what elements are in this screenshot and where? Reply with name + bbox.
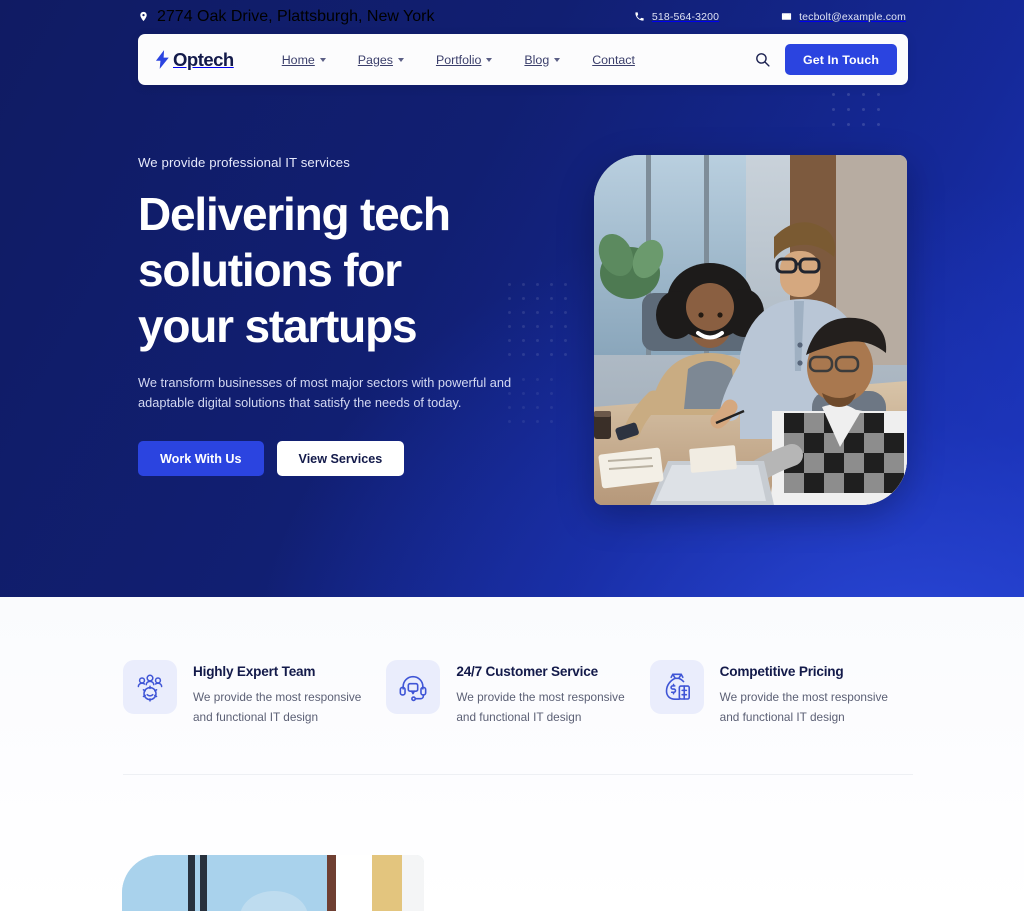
work-with-us-button[interactable]: Work With Us — [138, 441, 264, 476]
nav-item-pages[interactable]: Pages — [342, 47, 420, 73]
feature-card-competitive-pricing: Competitive Pricing We provide the most … — [649, 660, 913, 727]
view-services-button[interactable]: View Services — [276, 441, 405, 476]
phone-text: 518-564-3200 — [651, 10, 720, 23]
topbar-address: 2774 Oak Drive, Plattsburgh, New York — [138, 8, 434, 26]
get-in-touch-button[interactable]: Get In Touch — [785, 44, 897, 75]
chevron-down-icon — [397, 58, 404, 62]
top-contact-bar: 2774 Oak Drive, Plattsburgh, New York 51… — [0, 0, 1024, 33]
chevron-down-icon — [554, 58, 561, 62]
location-pin-icon — [138, 11, 149, 22]
brand-logo[interactable]: Optech — [155, 49, 234, 71]
nav-item-home[interactable]: Home — [266, 47, 342, 73]
feature-text: 24/7 Customer Service We provide the mos… — [456, 660, 636, 727]
hero-photo-illustration — [594, 155, 907, 505]
nav-item-portfolio[interactable]: Portfolio — [420, 47, 508, 73]
envelope-icon — [781, 11, 792, 22]
feature-title: Competitive Pricing — [719, 664, 844, 679]
chevron-down-icon — [319, 58, 326, 62]
navbar-actions: Get In Touch — [752, 44, 897, 75]
hero-content: We provide professional IT services Deli… — [138, 155, 568, 476]
next-section-image — [122, 855, 424, 911]
feature-card-expert-team: Highly Expert Team We provide the most r… — [123, 660, 386, 727]
team-gear-icon — [123, 660, 177, 714]
feature-text: Competitive Pricing We provide the most … — [720, 660, 900, 727]
feature-title: Highly Expert Team — [193, 664, 316, 679]
hero-paragraph: We transform businesses of most major se… — [138, 375, 512, 410]
search-icon[interactable] — [752, 50, 772, 70]
topbar-email[interactable]: tecbolt@example.com — [781, 11, 906, 23]
brand-name: Optech — [173, 48, 234, 70]
nav-label: Portfolio — [435, 52, 482, 67]
feature-description: We provide the most responsive and funct… — [456, 690, 625, 724]
hero-button-group: Work With Us View Services — [138, 441, 568, 476]
nav-label: Contact — [592, 52, 635, 67]
next-section-photo-illustration — [122, 855, 424, 911]
feature-title: 24/7 Customer Service — [456, 664, 598, 679]
nav-label: Blog — [524, 52, 550, 67]
chevron-down-icon — [486, 58, 493, 62]
nav-item-blog[interactable]: Blog — [508, 47, 576, 73]
hero-heading-line-1: Delivering tech — [138, 188, 451, 240]
hero-heading-line-2: solutions for — [138, 244, 402, 296]
feature-card-customer-service: 24/7 Customer Service We provide the mos… — [386, 660, 649, 727]
section-divider — [123, 774, 913, 775]
hero-heading: Delivering tech solutions for your start… — [138, 186, 568, 354]
topbar-phone[interactable]: 518-564-3200 — [634, 11, 719, 23]
feature-description: We provide the most responsive and funct… — [193, 690, 362, 724]
dot-grid-decoration-topright — [832, 93, 892, 138]
email-text: tecbolt@example.com — [799, 10, 906, 23]
nav-label: Pages — [357, 52, 393, 67]
feature-card-row: Highly Expert Team We provide the most r… — [123, 660, 913, 727]
hero-heading-line-3: your startups — [138, 300, 418, 352]
hero-eyebrow: We provide professional IT services — [138, 155, 350, 170]
money-bag-icon — [649, 660, 704, 714]
headset-support-icon — [386, 660, 441, 714]
feature-text: Highly Expert Team We provide the most r… — [193, 660, 373, 727]
topbar-contacts: 518-564-3200 tecbolt@example.com — [634, 11, 906, 23]
hero-section: 2774 Oak Drive, Plattsburgh, New York 51… — [0, 0, 1024, 597]
address-text: 2774 Oak Drive, Plattsburgh, New York — [157, 7, 435, 25]
feature-description: We provide the most responsive and funct… — [719, 690, 888, 724]
nav-item-contact[interactable]: Contact — [576, 47, 651, 73]
nav-label: Home — [281, 52, 315, 67]
hero-image — [594, 155, 907, 505]
main-navbar: Optech Home Pages Portfolio Blog Contact — [138, 34, 908, 85]
phone-icon — [634, 11, 645, 22]
nav-links: Home Pages Portfolio Blog Contact — [266, 47, 651, 73]
lightning-bolt-icon — [155, 50, 169, 69]
